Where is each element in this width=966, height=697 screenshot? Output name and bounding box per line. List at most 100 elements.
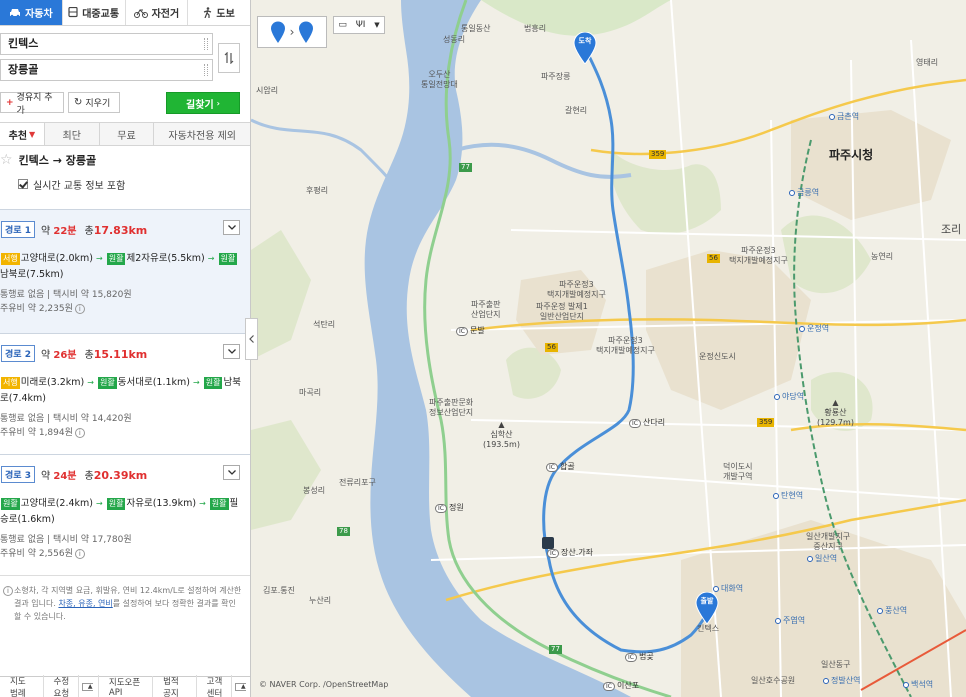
station-label: 일산역 [807,554,837,564]
bus-stop-icon[interactable]: ▭ [338,20,347,30]
route-card-3[interactable]: 경로 3 약 24분 총20.39km 원활 고양대로(2.4km) → 원활 자유… [0,454,250,576]
origin-input[interactable]: 킨텍스 [0,33,213,55]
arrow-right-icon: → [87,378,94,387]
segment-status-badge: 원활 [106,498,126,510]
tab-bicycle-label: 자전거 [151,9,180,20]
route-distance: 총15.11km [84,346,147,361]
time-value: 22분 [53,225,77,237]
ic-label: IC 합골 [546,462,575,472]
ic-name: 산다리 [642,418,666,427]
footer-label: 고객센터 [202,675,232,697]
tab-exclude-expressway[interactable]: 자동차전용 제외 [154,123,250,145]
clear-button[interactable]: ↻ 지우기 [68,92,120,113]
station-name: 금촌역 [837,112,860,121]
tab-free-label: 무료 [117,130,136,142]
segment-road: 동서대로(1.1km) [117,377,190,388]
place-label: 일산호수공원 [751,676,796,685]
station-label: 금릉역 [789,188,819,198]
swap-button[interactable] [218,43,240,73]
station-label: 야당역 [774,392,804,402]
drag-handle-icon[interactable] [204,38,208,50]
footer-open-api[interactable]: 지도오픈API [99,676,154,697]
route-summary-title: ☆ 킨텍스 → 장릉골 [0,146,250,174]
station-icon [774,393,780,400]
footer-label: 법적공지 [163,677,179,697]
city-label: 파주시청 [829,148,874,162]
footer-label: 지도오픈API [108,678,141,697]
place-label: 파주장릉 [541,72,571,81]
tab-shortest-label: 최단 [62,130,81,142]
info-icon[interactable]: i [74,303,85,314]
expand-route-button[interactable] [223,465,240,480]
tab-recommended[interactable]: 추천 ▼ [0,123,45,145]
restaurant-icon[interactable]: ΨI [356,20,366,30]
footer-edit-request[interactable]: 수정요청 ▲ [44,675,99,697]
start-pin[interactable]: 출발 [695,591,719,625]
station-label: 탄현역 [773,491,803,501]
tab-walk[interactable]: 도보 [188,0,250,25]
destination-input[interactable]: 장릉골 [0,59,213,81]
station-label: 금촌역 [829,112,859,122]
tab-transit[interactable]: 대중교통 [62,0,126,25]
vehicle-settings-link[interactable]: 차종, 유종, 연비 [58,599,112,608]
segment-road: 제2자유로(5.5km) [126,253,205,264]
road-shield: 359 [757,418,775,427]
chevron-down-icon[interactable]: ▼ [374,21,379,29]
place-label: 김포.통진 [263,586,295,595]
caret-down-icon: ▼ [29,129,36,139]
station-icon [789,189,795,196]
info-icon[interactable]: i [74,427,85,438]
expand-route-button[interactable] [223,344,240,359]
footer-label: 지도범례 [10,677,26,697]
end-pin[interactable]: 도착 [573,31,597,65]
road-shield: 56 [707,254,720,263]
panel-collapse-button[interactable] [245,318,258,360]
dist-value: 17.83km [93,223,148,237]
bus-stop-icon[interactable] [542,537,554,549]
tab-shortest[interactable]: 최단 [45,123,100,145]
transport-mode-tabs: 자동차 대중교통 자전거 도보 [0,0,250,26]
tab-exclude-expressway-label: 자동차전용 제외 [168,130,236,142]
add-waypoint-button[interactable]: + 경유지 추가 [0,92,64,116]
start-marker-icon [270,21,285,43]
place-label: 성동리 [443,35,466,44]
tab-bicycle[interactable]: 자전거 [125,0,189,25]
chevron-down-icon [227,225,236,230]
station-label: 주엽역 [775,616,805,626]
station-icon [807,555,813,562]
footer-label: 수정요청 [49,675,79,697]
route-time: 약 22분 [41,222,77,237]
star-icon[interactable]: ☆ [0,152,13,168]
footer-customer-center[interactable]: 고객센터 ▲ [197,675,250,697]
station-name: 대화역 [721,584,744,593]
drag-handle-icon[interactable] [204,64,208,76]
tab-car[interactable]: 자동차 [0,0,63,25]
segment-status-badge: 원활 [98,377,117,389]
expand-route-button[interactable] [223,220,240,235]
footer-legal[interactable]: 법적공지 [153,675,197,697]
tab-walk-label: 도보 [216,9,235,20]
info-icon[interactable]: i [74,548,85,559]
traffic-checkbox[interactable] [18,179,28,189]
route-title-text: 킨텍스 → 장릉골 [18,154,97,167]
tab-free[interactable]: 무료 [100,123,155,145]
mountain-label: ▲ 심학산 (193.5m) [483,420,520,450]
station-name: 정발산역 [831,676,861,685]
dist-prefix: 총 [84,225,94,237]
dist-value: 20.39km [93,468,148,482]
place-label: 파주출판문화 정보산업단지 [429,398,474,417]
mountain-icon: ▲ [832,398,839,407]
footer-map-legend[interactable]: 지도범례 [0,675,44,697]
route-fees: 통행료 없음 | 택시비 약 17,780원 주유비 약 2,556원 i [0,535,132,559]
route-segments: 서행 미래로(3.2km) → 원활 동서대로(1.1km) → 원활 남북로(7.4… [0,375,250,407]
find-route-button[interactable]: 길찾기 › [166,92,240,114]
route-card-1[interactable]: 경로 1 약 22분 총17.83km 서행 고양대로(2.0km) → 원활 제2… [0,209,250,333]
traffic-option[interactable]: 실시간 교통 정보 포함 [0,174,250,194]
ic-label: IC 장산.가좌 [547,548,593,558]
ic-label: IC 이산포 [603,681,639,691]
route-distance: 총17.83km [84,222,147,237]
map-view[interactable]: › ▭ ΨI ▼ 파주시청 통일동산 법흥리 성동리 오두산 통일전망대 파주장… [251,0,966,697]
ic-icon: IC [547,549,559,558]
route-card-2[interactable]: 경로 2 약 26분 총15.11km 서행 미래로(3.2km) → 원활 동서대… [0,333,250,454]
segment-status-badge: 원활 [203,377,223,389]
